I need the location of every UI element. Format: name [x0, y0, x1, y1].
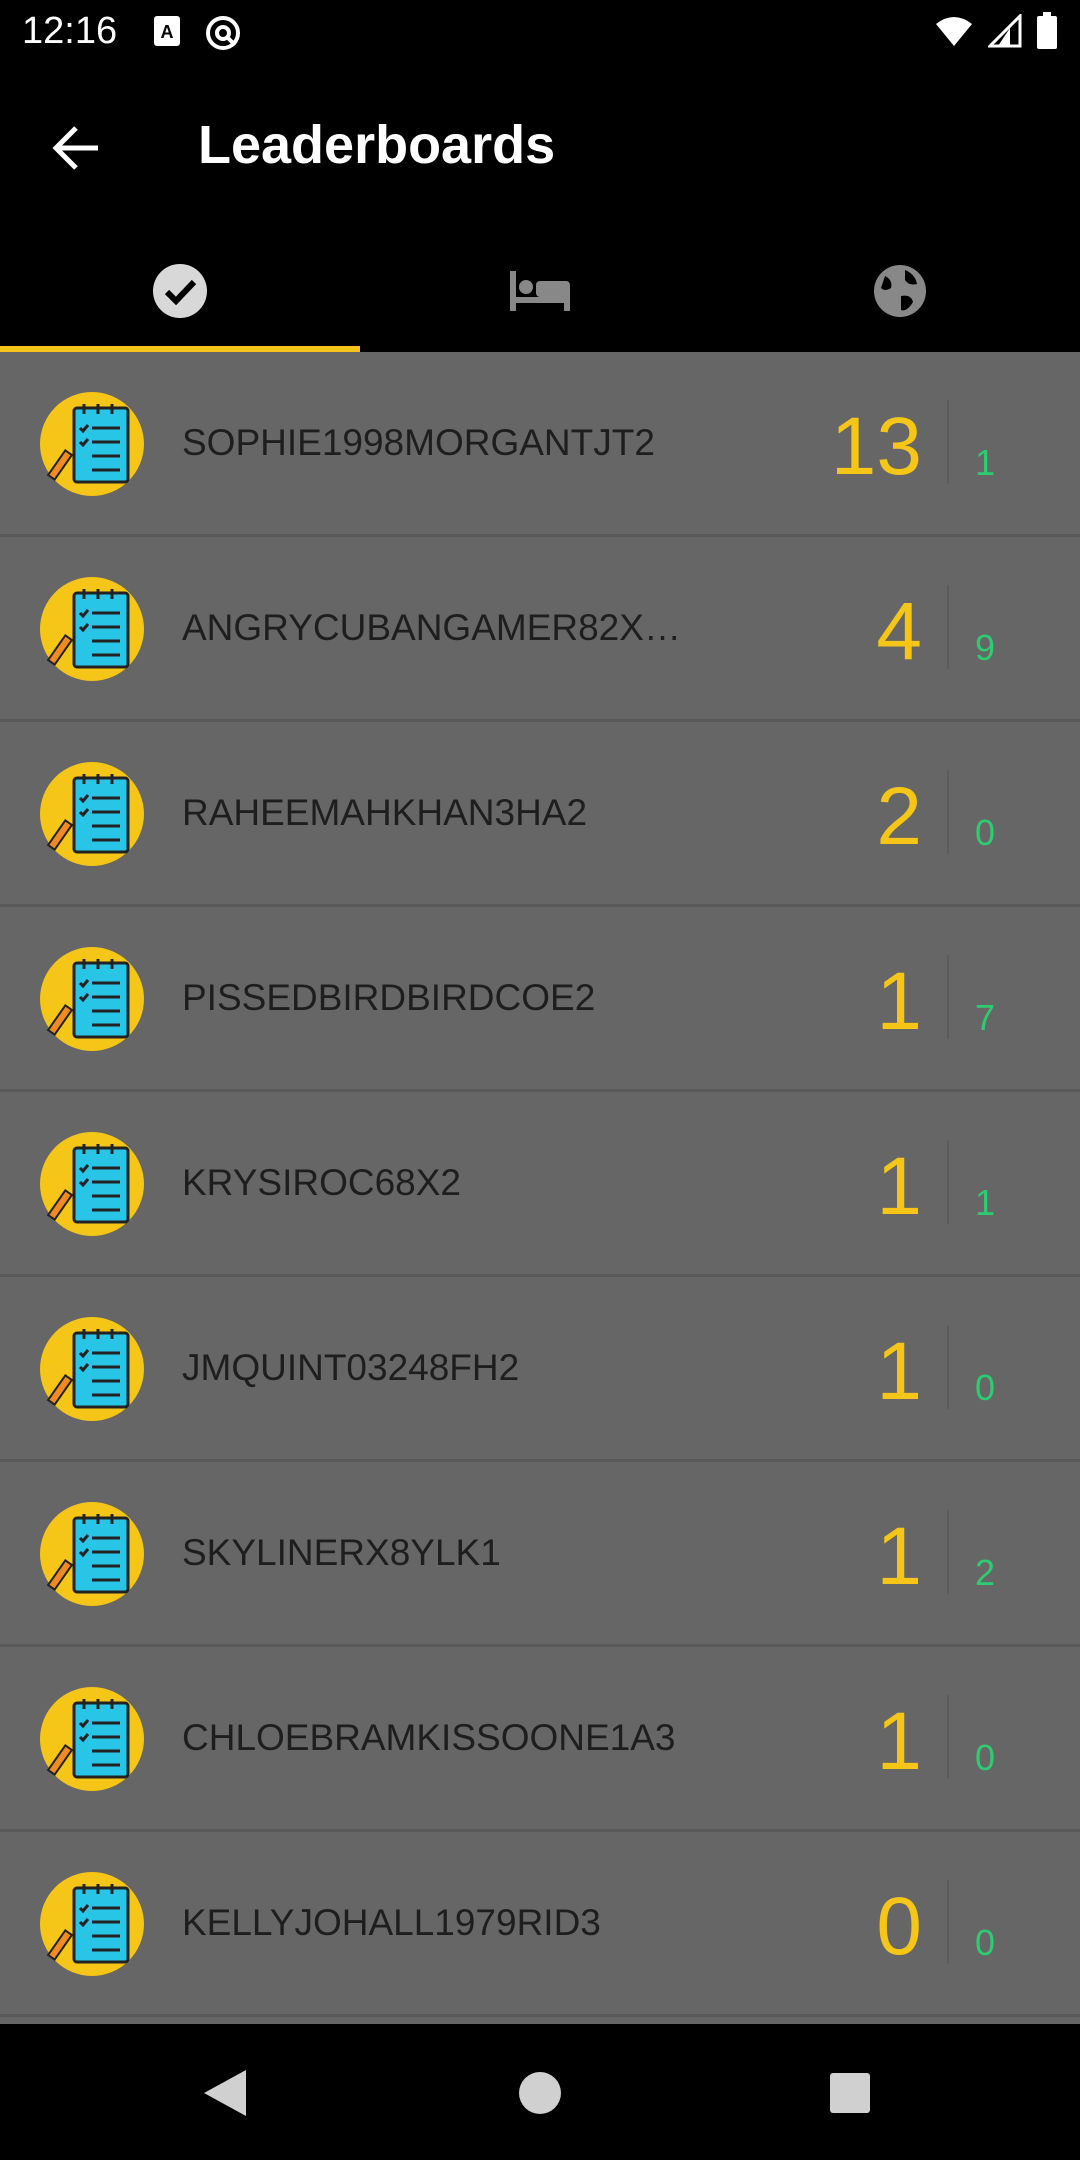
- player-score: 1: [876, 1511, 922, 1602]
- svg-text:A: A: [161, 22, 174, 42]
- tab-bar: [0, 230, 1080, 352]
- leaderboard-list[interactable]: SOPHIE1998MORGANTJT2 13 1 ANGRYCUBANGAME…: [0, 352, 1080, 2024]
- player-name: SKYLINERX8YLK1: [182, 1532, 501, 1573]
- notepad-avatar-icon: [40, 1687, 144, 1791]
- score-divider: [947, 585, 949, 669]
- signal-icon: [988, 14, 1022, 48]
- score-divider: [947, 400, 949, 484]
- list-item[interactable]: KELLYJOHALL1979RID3 0 0: [0, 1832, 1080, 2017]
- score-divider: [947, 1510, 949, 1594]
- nav-back-button[interactable]: [190, 2058, 260, 2128]
- notepad-avatar-icon: [40, 1132, 144, 1236]
- back-arrow-icon: [52, 126, 98, 170]
- player-score: 1: [876, 1696, 922, 1787]
- list-item[interactable]: ANGRYCUBANGAMER82XB… 4 9: [0, 537, 1080, 722]
- player-score: 0: [876, 1881, 922, 1972]
- notepad-avatar-icon: [40, 392, 144, 496]
- score-divider: [947, 1695, 949, 1779]
- page-title: Leaderboards: [198, 115, 556, 175]
- player-name: RAHEEMAHKHAN3HA2: [182, 792, 588, 833]
- tab-completed[interactable]: [0, 230, 360, 352]
- wifi-icon: [936, 17, 972, 46]
- score-divider: [947, 770, 949, 854]
- player-name: KELLYJOHALL1979RID3: [182, 1902, 601, 1943]
- list-item[interactable]: RAHEEMAHKHAN3HA2 2 0: [0, 722, 1080, 907]
- score-divider: [947, 955, 949, 1039]
- back-button[interactable]: [40, 112, 112, 184]
- notepad-avatar-icon: [40, 947, 144, 1051]
- player-name: KRYSIROC68X2: [182, 1162, 461, 1203]
- notepad-avatar-icon: [40, 577, 144, 681]
- system-nav-bar: [0, 2024, 1080, 2160]
- nav-recents-icon: [830, 2073, 870, 2113]
- globe-icon: [874, 265, 926, 317]
- list-item[interactable]: SOPHIE1998MORGANTJT2 13 1: [0, 352, 1080, 537]
- sync-icon: [206, 16, 240, 50]
- player-sub-score: 1: [975, 442, 996, 483]
- bed-icon: [510, 271, 570, 311]
- player-sub-score: 0: [975, 812, 996, 853]
- player-score: 2: [876, 771, 922, 862]
- player-score: 1: [876, 1141, 922, 1232]
- check-circle-icon: [153, 264, 207, 318]
- player-name: SOPHIE1998MORGANTJT2: [182, 422, 655, 463]
- notepad-avatar-icon: [40, 762, 144, 866]
- player-sub-score: 0: [975, 1922, 996, 1963]
- player-sub-score: 7: [975, 997, 996, 1038]
- player-score: 1: [876, 956, 922, 1047]
- tab-global[interactable]: [720, 230, 1080, 352]
- player-name: JMQUINT03248FH2: [182, 1347, 520, 1388]
- player-score: 4: [876, 586, 922, 677]
- player-name: ANGRYCUBANGAMER82XB…: [182, 607, 702, 648]
- nav-back-icon: [204, 2070, 246, 2116]
- player-sub-score: 1: [975, 1182, 996, 1223]
- player-sub-score: 9: [975, 627, 996, 668]
- player-name: CHLOEBRAMKISSOONE1A3: [182, 1717, 676, 1758]
- nav-home-button[interactable]: [505, 2058, 575, 2128]
- list-item[interactable]: SKYLINERX8YLK1 1 2: [0, 1462, 1080, 1647]
- score-divider: [947, 1880, 949, 1964]
- nav-home-icon: [519, 2072, 561, 2114]
- a-icon: A: [154, 16, 180, 46]
- player-sub-score: 0: [975, 1737, 996, 1778]
- list-item[interactable]: CHLOEBRAMKISSOONE1A3 1 0: [0, 1647, 1080, 1832]
- nav-recents-button[interactable]: [815, 2058, 885, 2128]
- player-sub-score: 0: [975, 1367, 996, 1408]
- status-bar: 12:16 A: [0, 0, 1080, 66]
- player-name: PISSEDBIRDBIRDCOE2: [182, 977, 596, 1018]
- battery-icon: [1037, 12, 1057, 49]
- notepad-avatar-icon: [40, 1317, 144, 1421]
- list-item[interactable]: JMQUINT03248FH2 1 0: [0, 1277, 1080, 1462]
- notepad-avatar-icon: [40, 1872, 144, 1976]
- player-score: 13: [830, 401, 922, 492]
- player-score: 1: [876, 1326, 922, 1417]
- notepad-avatar-icon: [40, 1502, 144, 1606]
- score-divider: [947, 1140, 949, 1224]
- player-sub-score: 2: [975, 1552, 996, 1593]
- list-item[interactable]: PISSEDBIRDBIRDCOE2 1 7: [0, 907, 1080, 1092]
- list-item[interactable]: KRYSIROC68X2 1 1: [0, 1092, 1080, 1277]
- score-divider: [947, 1325, 949, 1409]
- app-bar: Leaderboards: [0, 66, 1080, 230]
- tab-sleep[interactable]: [360, 230, 720, 352]
- status-time: 12:16: [22, 10, 118, 52]
